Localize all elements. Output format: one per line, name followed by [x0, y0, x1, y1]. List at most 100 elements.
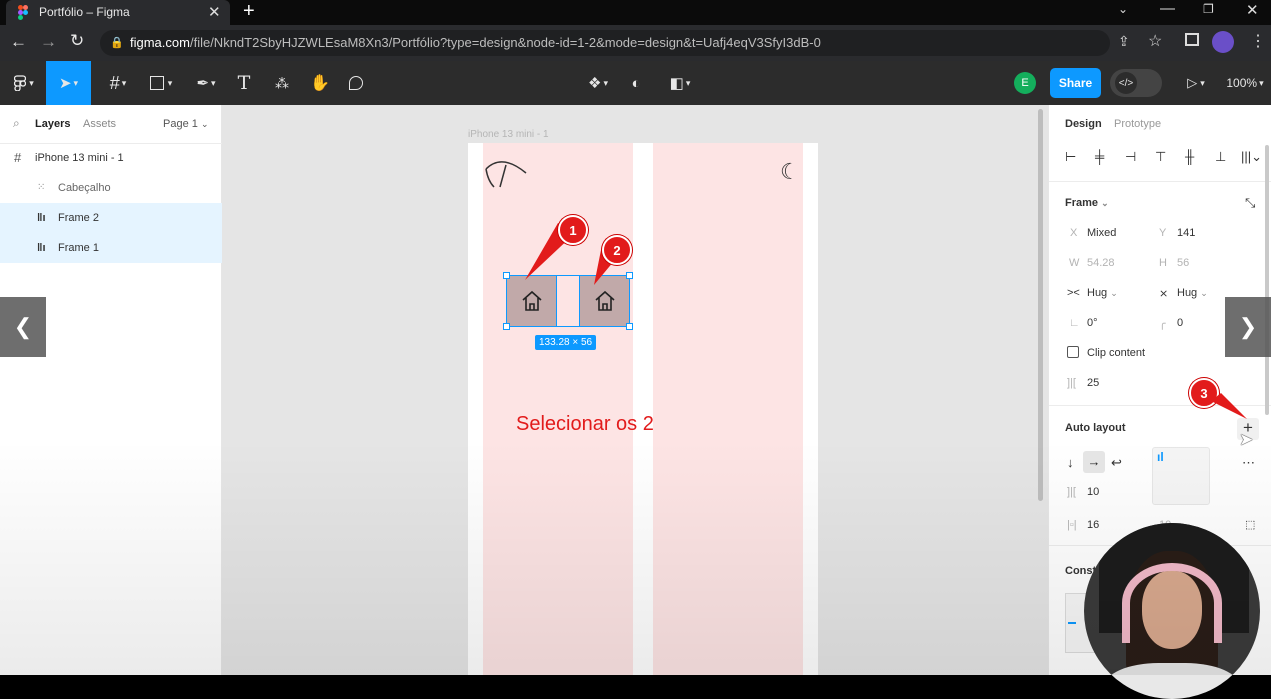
spacing-field[interactable]: 25	[1087, 377, 1099, 389]
auto-layout-more-icon[interactable]: ⋯	[1242, 455, 1255, 471]
restore-icon[interactable]: ❐	[1203, 2, 1214, 16]
pen-icon: ✒	[196, 75, 210, 92]
frame-tool-button[interactable]: # ▾	[100, 61, 136, 105]
horizontal-direction-button[interactable]: →	[1083, 451, 1105, 473]
height-hug-icon: ⨯	[1159, 288, 1169, 300]
share-page-icon[interactable]: ⇪	[1118, 33, 1130, 50]
wrap-direction-icon[interactable]: ↩	[1111, 455, 1122, 471]
move-tool-button[interactable]: ➤ ▾	[46, 61, 91, 105]
browser-tab[interactable]: Portfólio – Figma ✕	[6, 0, 230, 25]
chevron-down-icon: ⌄	[200, 119, 209, 129]
webcam-headphones	[1122, 563, 1222, 643]
hand-tool-button[interactable]: ✋	[306, 61, 334, 105]
independent-padding-icon[interactable]: ⬚	[1245, 518, 1255, 531]
h-field[interactable]: 56	[1177, 257, 1189, 269]
shape-tool-button[interactable]: ▾	[143, 61, 179, 105]
text-tool-button[interactable]: T	[230, 61, 258, 105]
distribute-icon[interactable]: |||⌄	[1241, 149, 1262, 165]
figma-logo-icon	[14, 75, 27, 91]
tab-assets[interactable]: Assets	[83, 118, 116, 130]
tab-layers[interactable]: Layers	[35, 118, 70, 130]
new-tab-icon[interactable]: +	[243, 0, 255, 23]
x-label: X	[1070, 227, 1078, 239]
tab-search-icon[interactable]: ⌄	[1118, 2, 1128, 16]
align-left-icon[interactable]: ⊢	[1065, 149, 1076, 165]
page-selector[interactable]: Page 1 ⌄	[163, 118, 208, 130]
chevron-down-icon: ▾	[167, 77, 173, 88]
autolayout-frame-icon: ‖ı	[37, 212, 46, 224]
search-icon[interactable]: ⌕	[13, 116, 20, 131]
comment-tool-button[interactable]	[342, 61, 370, 105]
frame-hash-icon: #	[14, 150, 22, 165]
zoom-level: 100%	[1226, 76, 1258, 90]
zoom-menu[interactable]: 100% ▾	[1222, 61, 1268, 105]
chevron-right-icon: ❯	[1238, 314, 1258, 339]
component-tool-button[interactable]: ❖ ▾	[580, 61, 616, 105]
align-right-icon[interactable]: ⊣	[1125, 149, 1136, 165]
tab-design[interactable]: Design	[1065, 118, 1102, 130]
constraint-left-marker	[1068, 622, 1076, 624]
padding-horizontal-field[interactable]: 16	[1087, 519, 1099, 531]
layer-row-cabecalho[interactable]: ⁙ Cabeçalho	[0, 173, 222, 203]
resources-tool-button[interactable]: ⁂	[268, 61, 296, 105]
rotation-field[interactable]: 0°	[1087, 317, 1098, 329]
align-bottom-icon[interactable]: ⊥	[1215, 149, 1226, 165]
layer-row-iphone-frame[interactable]: # iPhone 13 mini - 1	[0, 143, 222, 173]
divider	[1049, 181, 1271, 182]
browser-menu-icon[interactable]: ⋮	[1250, 31, 1266, 51]
boolean-tool-button[interactable]: ◧ ▾	[662, 61, 698, 105]
main-menu-button[interactable]: ▾	[6, 61, 42, 105]
annotation-arrows	[525, 223, 619, 285]
url-domain: figma.com	[130, 35, 190, 50]
panel-scrollbar[interactable]	[1265, 145, 1269, 415]
width-mode-value: Hug	[1087, 287, 1108, 299]
layer-row-frame-2[interactable]: ‖ı Frame 2	[0, 203, 222, 233]
url-field[interactable]: 🔒 figma.com/file/NkndT2SbyHJZWLEsaM8Xn3/…	[100, 30, 1110, 56]
minimize-icon[interactable]: —	[1160, 0, 1175, 17]
w-label: W	[1069, 257, 1080, 269]
dev-mode-toggle[interactable]: </>	[1110, 69, 1162, 97]
alignment-grid[interactable]: ıl	[1152, 447, 1210, 505]
figma-toolbar: ▾ ➤ ▾ # ▾ ▾ ✒ ▾ T ⁂ ✋ ❖ ▾ ◐ ◧ ▾ E Share </> …	[0, 61, 1271, 105]
canvas-scrollbar[interactable]	[1038, 109, 1043, 501]
reload-icon[interactable]: ↻	[70, 31, 84, 51]
sidepanel-icon[interactable]	[1185, 33, 1199, 46]
user-avatar[interactable]: E	[1014, 72, 1036, 94]
frame-section-title[interactable]: Frame ⌄	[1065, 197, 1109, 209]
width-mode-select[interactable]: Hug ⌄	[1087, 287, 1118, 299]
align-center-v-icon[interactable]: ╫	[1185, 149, 1194, 164]
tab-prototype[interactable]: Prototype	[1114, 118, 1161, 130]
fit-frame-icon[interactable]: ⤡	[1245, 195, 1255, 211]
align-top-icon[interactable]: ⊤	[1155, 149, 1166, 165]
present-button[interactable]: ▷ ▾	[1180, 61, 1212, 105]
layer-row-frame-1[interactable]: ‖ı Frame 1	[0, 233, 222, 263]
bookmark-star-icon[interactable]: ☆	[1148, 31, 1162, 51]
corner-radius-field[interactable]: 0	[1177, 317, 1183, 329]
tab-close-icon[interactable]: ✕	[208, 3, 221, 21]
x-field[interactable]: Mixed	[1087, 227, 1116, 239]
forward-icon[interactable]: →	[40, 32, 57, 52]
design-canvas[interactable]: iPhone 13 mini - 1 ☾ 133.28 × 56 1 2 Sel…	[222, 105, 1048, 675]
prev-arrow-button[interactable]: ❮	[0, 297, 46, 357]
w-field[interactable]: 54.28	[1087, 257, 1115, 269]
back-icon[interactable]: ←	[10, 32, 27, 52]
profile-avatar[interactable]	[1212, 31, 1234, 53]
layers-panel: ⌕ Layers Assets Page 1 ⌄ # iPhone 13 min…	[0, 105, 222, 675]
vertical-direction-icon[interactable]: ↓	[1067, 455, 1074, 470]
chevron-down-icon: ▾	[211, 77, 216, 88]
next-arrow-button[interactable]: ❯	[1225, 297, 1271, 357]
auto-gap-field[interactable]: 10	[1087, 486, 1099, 498]
align-center-h-icon[interactable]: ╪	[1095, 149, 1104, 164]
h-label: H	[1159, 257, 1167, 269]
share-button[interactable]: Share	[1050, 68, 1101, 98]
figma-favicon-icon	[18, 5, 28, 20]
design-panel: Design Prototype ⊢ ╪ ⊣ ⊤ ╫ ⊥ |||⌄ Frame …	[1048, 105, 1271, 699]
y-field[interactable]: 141	[1177, 227, 1195, 239]
mask-tool-button[interactable]: ◐	[624, 61, 648, 105]
component-icon: ⁙	[37, 182, 46, 193]
clip-content-checkbox[interactable]	[1067, 346, 1079, 358]
window-close-icon[interactable]: ✕	[1246, 1, 1259, 19]
height-mode-select[interactable]: Hug ⌄	[1177, 287, 1208, 299]
padding-icon: |▫|	[1067, 519, 1077, 531]
pen-tool-button[interactable]: ✒ ▾	[188, 61, 224, 105]
